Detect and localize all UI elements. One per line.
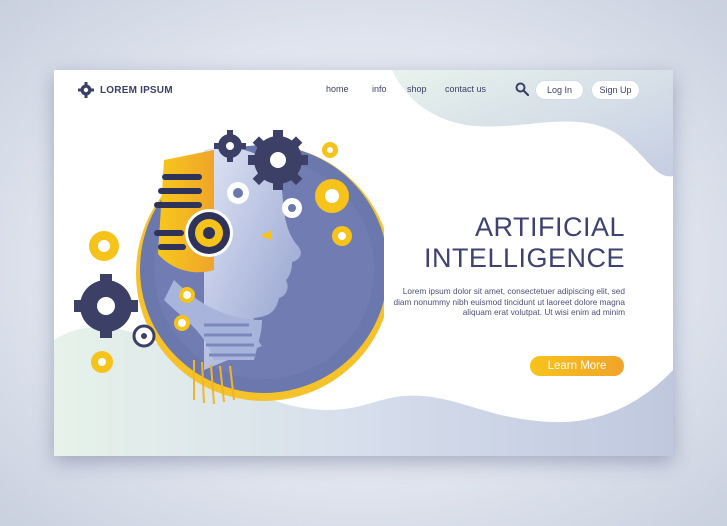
login-button[interactable]: Log In xyxy=(536,81,583,99)
landing-page: LOREM IPSUM home info shop contact us Lo… xyxy=(54,70,673,456)
gear-icon xyxy=(89,231,119,261)
gear-icon xyxy=(322,142,338,158)
gear-icon xyxy=(91,351,113,373)
hero-description: Lorem ipsum dolor sit amet, consectetuer… xyxy=(393,286,625,317)
hero-title-line1: ARTIFICIAL xyxy=(474,212,625,242)
gear-icon xyxy=(248,130,308,190)
brand-name: LOREM IPSUM xyxy=(100,84,173,96)
ai-head-illustration xyxy=(74,130,384,405)
brand-logo[interactable]: LOREM IPSUM xyxy=(78,82,173,98)
hero-title: ARTIFICIAL INTELLIGENCE xyxy=(424,212,625,274)
gear-icon xyxy=(132,324,156,348)
nav-home[interactable]: home xyxy=(326,84,349,94)
gear-icon xyxy=(74,274,138,338)
gear-icon xyxy=(227,182,249,204)
search-icon[interactable] xyxy=(515,82,529,96)
gear-icon xyxy=(282,198,302,218)
nav-contact-us[interactable]: contact us xyxy=(445,84,486,94)
signup-button[interactable]: Sign Up xyxy=(592,81,639,99)
learn-more-button[interactable]: Learn More xyxy=(530,356,624,376)
hero-title-line2: INTELLIGENCE xyxy=(423,243,625,273)
gear-icon xyxy=(315,179,349,213)
nav-info[interactable]: info xyxy=(372,84,387,94)
nav-shop[interactable]: shop xyxy=(407,84,427,94)
gear-icon xyxy=(332,226,352,246)
gear-icon xyxy=(78,82,94,98)
